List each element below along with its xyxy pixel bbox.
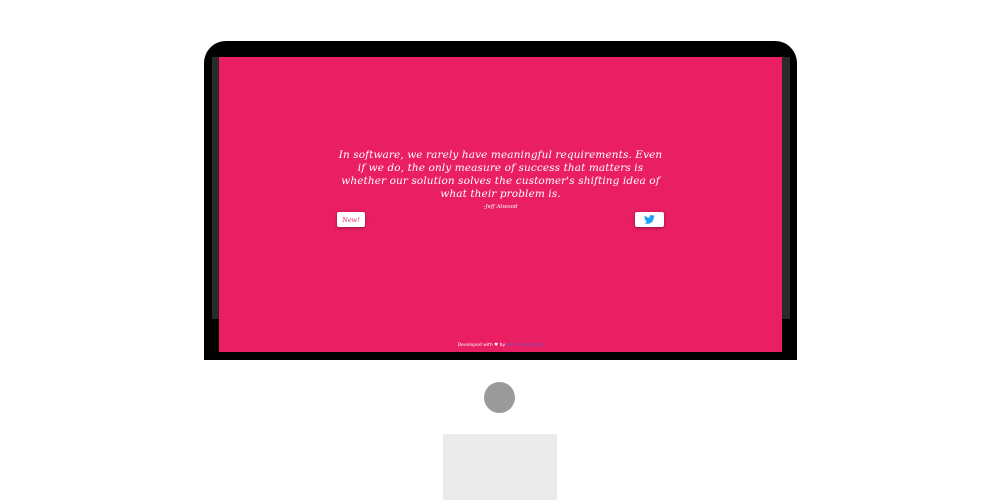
stage: In software, we rarely have meaningful r… <box>0 0 1000 500</box>
new-quote-button[interactable]: New! <box>337 212 365 227</box>
quote-author: -Jeff Atwood <box>483 204 518 210</box>
power-button <box>484 382 515 413</box>
tweet-button[interactable] <box>635 212 664 227</box>
quote-box: In software, we rarely have meaningful r… <box>337 149 664 210</box>
quote-text: In software, we rarely have meaningful r… <box>338 149 663 200</box>
footer-prefix: Developed with <box>457 343 495 348</box>
footer-by: by <box>498 343 507 348</box>
monitor-stand <box>443 434 557 500</box>
author-link[interactable]: Aarti Kanchanlal <box>507 343 544 348</box>
footer-credit: Developed with ♥ by Aarti Kanchanlal <box>219 343 782 348</box>
twitter-bird-icon <box>644 215 655 224</box>
quote-app-screen: In software, we rarely have meaningful r… <box>219 57 782 352</box>
